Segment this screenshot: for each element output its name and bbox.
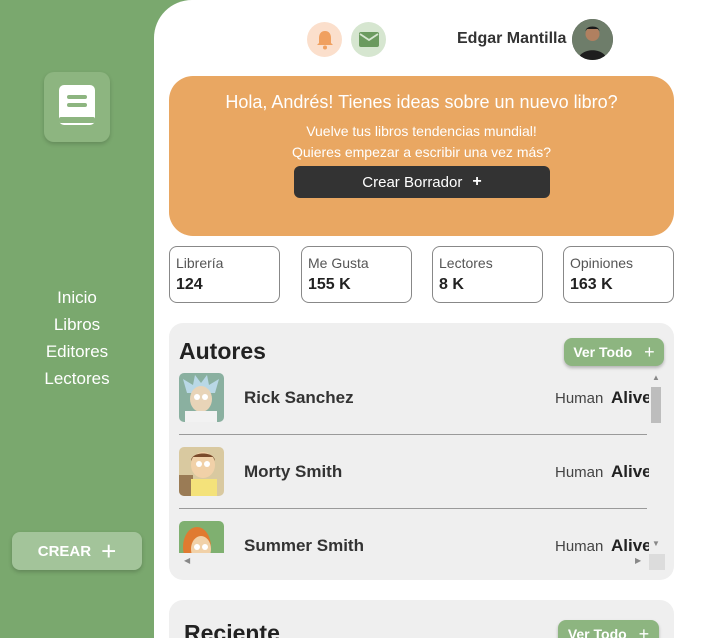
stat-label: Librería <box>176 255 224 271</box>
book-icon <box>59 85 95 125</box>
recent-panel: Reciente Ver Todo + <box>169 600 674 638</box>
row-divider <box>179 508 647 509</box>
scrollbar-corner <box>649 554 665 570</box>
welcome-banner: Hola, Andrés! Tienes ideas sobre un nuev… <box>169 76 674 236</box>
author-species: Human <box>555 538 604 553</box>
stat-card-lectores: Lectores 8 K <box>432 246 543 303</box>
author-status: Alive <box>611 388 649 407</box>
author-name: Rick Sanchez <box>244 388 354 407</box>
scroll-up-icon[interactable]: ▲ <box>652 373 660 382</box>
banner-line-1: Vuelve tus libros tendencias mundial! <box>306 123 537 139</box>
mail-icon <box>358 32 379 47</box>
scroll-right-icon[interactable]: ▶ <box>635 556 641 565</box>
morty-avatar-image <box>179 447 224 496</box>
view-all-label: Ver Todo <box>567 626 627 638</box>
crear-button-label: CREAR <box>37 542 92 560</box>
plus-icon: + <box>638 623 650 638</box>
author-species: Human <box>555 390 604 407</box>
scroll-down-icon[interactable]: ▼ <box>652 539 660 548</box>
scroll-left-icon[interactable]: ◀ <box>184 556 190 565</box>
stat-value: 155 K <box>308 276 351 293</box>
banner-subtitle: Vuelve tus libros tendencias mundial! Qu… <box>169 121 674 163</box>
list-item[interactable]: Rick Sanchez Human Alive <box>179 373 649 447</box>
user-avatar[interactable] <box>572 19 613 60</box>
create-draft-button[interactable]: Crear Borrador + <box>294 166 550 198</box>
sidebar: Inicio Libros Editores Lectores CREAR + <box>0 0 154 638</box>
authors-panel: Autores Ver Todo + Rick Sanchez Human Al… <box>169 323 674 580</box>
stat-value: 8 K <box>439 276 464 293</box>
stat-label: Me Gusta <box>308 255 369 271</box>
author-avatar <box>179 447 224 496</box>
notifications-button[interactable] <box>307 22 342 57</box>
banner-title: Hola, Andrés! Tienes ideas sobre un nuev… <box>225 92 618 112</box>
list-item[interactable]: Summer Smith Human Alive <box>179 521 649 553</box>
scroll-thumb[interactable] <box>651 387 661 423</box>
rick-avatar-image <box>179 373 224 422</box>
authors-list[interactable]: Rick Sanchez Human Alive Morty Smith Hum… <box>179 373 649 553</box>
author-avatar <box>179 521 224 553</box>
stat-card-me-gusta: Me Gusta 155 K <box>301 246 412 303</box>
nav-item-editores[interactable]: Editores <box>0 338 154 365</box>
stat-value: 124 <box>176 276 203 293</box>
banner-line-2: Quieres empezar a escribir una vez más? <box>291 144 552 160</box>
user-avatar-image <box>572 19 613 60</box>
bell-icon <box>316 30 333 49</box>
author-status: Alive <box>611 462 649 481</box>
authors-horizontal-scrollbar[interactable]: ◀ ▶ <box>179 554 649 568</box>
plus-icon: + <box>101 536 117 566</box>
recent-title: Reciente <box>184 620 280 638</box>
plus-icon: + <box>644 341 655 362</box>
nav-item-libros[interactable]: Libros <box>0 311 154 338</box>
row-divider <box>179 434 647 435</box>
nav-item-inicio[interactable]: Inicio <box>0 284 154 311</box>
author-status: Alive <box>611 536 649 553</box>
authors-title: Autores <box>179 338 266 364</box>
stat-card-libreria: Librería 124 <box>169 246 280 303</box>
nav-item-lectores[interactable]: Lectores <box>0 365 154 392</box>
authors-view-all-button[interactable]: Ver Todo + <box>564 338 664 366</box>
author-name: Summer Smith <box>244 536 364 553</box>
app-logo[interactable] <box>44 72 110 142</box>
author-species: Human <box>555 464 604 481</box>
messages-button[interactable] <box>351 22 386 57</box>
user-name[interactable]: Edgar Mantilla <box>457 30 566 48</box>
stat-label: Lectores <box>439 255 493 271</box>
plus-icon: + <box>472 173 482 190</box>
main-nav: Inicio Libros Editores Lectores <box>0 284 154 392</box>
stat-card-opiniones: Opiniones 163 K <box>563 246 674 303</box>
create-draft-label: Crear Borrador <box>362 173 463 191</box>
author-avatar <box>179 373 224 422</box>
stat-value: 163 K <box>570 276 613 293</box>
author-name: Morty Smith <box>244 462 343 481</box>
list-item[interactable]: Morty Smith Human Alive <box>179 447 649 521</box>
authors-vertical-scrollbar[interactable]: ▲ ▼ <box>649 373 663 553</box>
main-content: Edgar Mantilla Hola, Andrés! Tienes idea… <box>154 0 702 638</box>
crear-button[interactable]: CREAR + <box>12 532 142 570</box>
view-all-label: Ver Todo <box>573 344 633 360</box>
summer-avatar-image <box>179 521 224 553</box>
recent-view-all-button[interactable]: Ver Todo + <box>558 620 659 638</box>
stat-label: Opiniones <box>570 255 634 271</box>
